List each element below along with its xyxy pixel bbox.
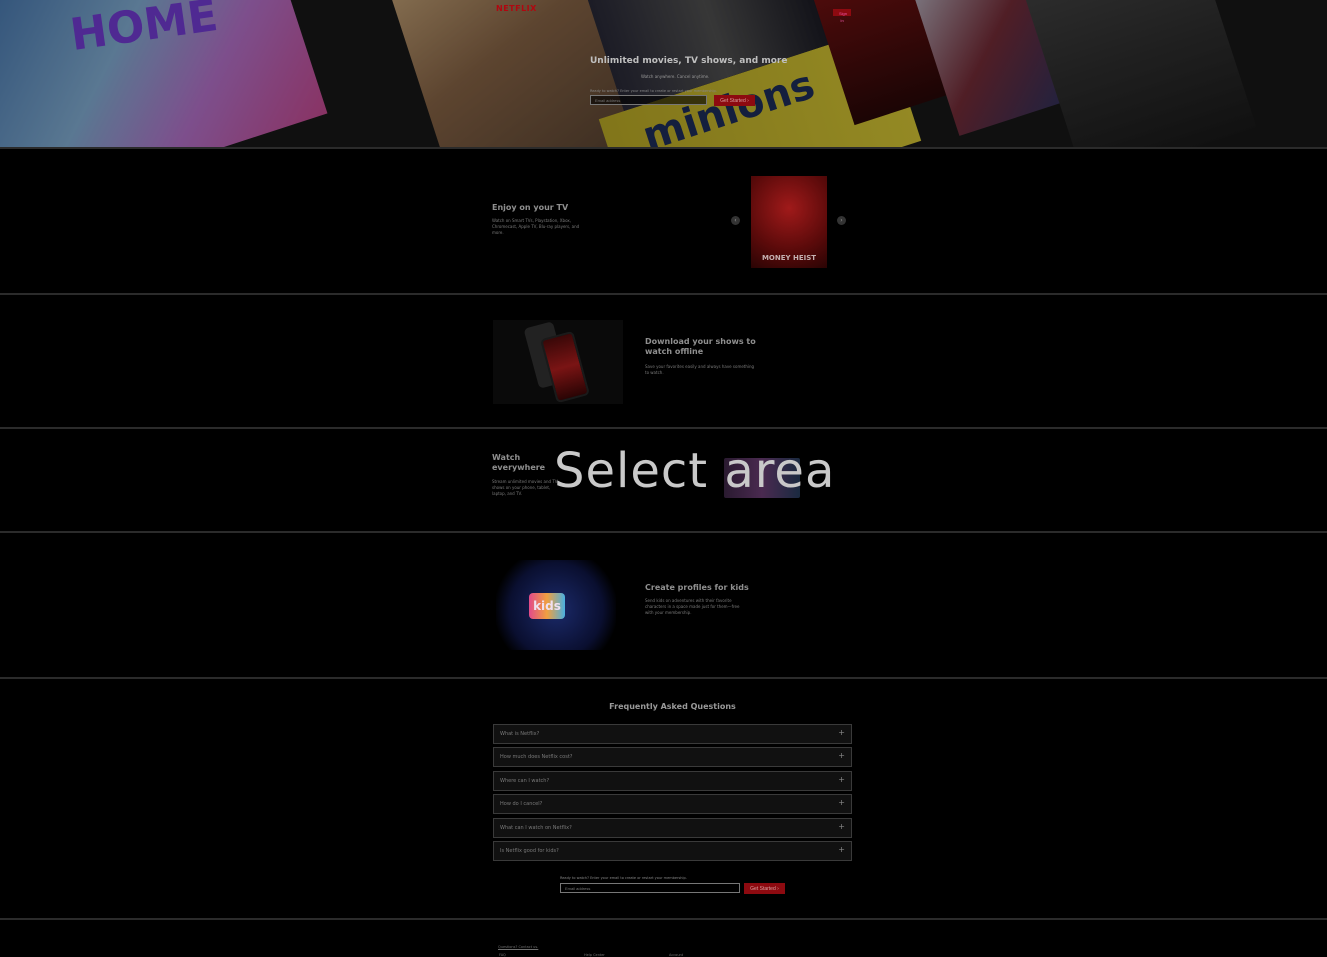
feature-download-text: Save your favorites easily and always ha…	[645, 364, 755, 375]
faq-title: Frequently Asked Questions	[609, 702, 736, 711]
feature-kids-title: Create profiles for kids	[645, 583, 749, 592]
hero-banner: HOME minions NETFLIX Sign In Unlimited m…	[0, 0, 1327, 147]
feature-kids-text: Send kids on adventures with their favor…	[645, 598, 740, 615]
kids-badge-label: kids	[533, 599, 561, 613]
money-heist-poster: MONEY HEIST	[751, 176, 827, 268]
kids-image: kids	[496, 560, 616, 650]
faq-cta-text: Ready to watch? Enter your email to crea…	[560, 876, 687, 880]
sign-in-button[interactable]: Sign In	[833, 9, 851, 23]
carousel-next-button[interactable]: ›	[837, 216, 846, 225]
section-divider	[0, 918, 1327, 920]
faq-item[interactable]: What is Netflix? +	[493, 724, 852, 744]
hero-cta-text: Ready to watch? Enter your email to crea…	[590, 89, 717, 93]
faq-question: How do I cancel?	[500, 801, 543, 807]
get-started-label: Get Started	[750, 885, 776, 892]
faq-question: Where can I watch?	[500, 778, 550, 784]
faq-item[interactable]: How much does Netflix cost? +	[493, 747, 852, 767]
footer-link-faq[interactable]: FAQ	[499, 953, 506, 957]
faq-question: What can I watch on Netflix?	[500, 825, 572, 831]
feature-tv-text: Watch on Smart TVs, Playstation, Xbox, C…	[492, 218, 580, 235]
faq-get-started-button[interactable]: Get Started ›	[744, 883, 785, 894]
footer-contact-link[interactable]: Questions? Contact us.	[498, 945, 538, 949]
faq-item[interactable]: How do I cancel? +	[493, 794, 852, 814]
faq-question: What is Netflix?	[500, 731, 540, 737]
faq-question: How much does Netflix cost?	[500, 754, 573, 760]
faq-item[interactable]: Is Netflix good for kids? +	[493, 841, 852, 861]
plus-icon: +	[838, 751, 845, 760]
plus-icon: +	[838, 822, 845, 831]
footer-link-help[interactable]: Help Center	[584, 953, 605, 957]
section-divider	[0, 293, 1327, 295]
phone-front	[540, 330, 590, 404]
hero-title: Unlimited movies, TV shows, and more	[590, 56, 788, 66]
plus-icon: +	[838, 775, 845, 784]
feature-tv-title: Enjoy on your TV	[492, 203, 569, 212]
money-heist-title: MONEY HEIST	[761, 254, 817, 262]
faq-item[interactable]: Where can I watch? +	[493, 771, 852, 791]
section-divider	[0, 147, 1327, 149]
hero-email-input[interactable]	[590, 95, 707, 105]
get-started-label: Get Started	[720, 97, 746, 104]
netflix-logo[interactable]: NETFLIX	[496, 4, 537, 13]
plus-icon: +	[838, 798, 845, 807]
kids-badge: kids	[529, 593, 565, 619]
faq-question: Is Netflix good for kids?	[500, 848, 559, 854]
carousel-prev-button[interactable]: ‹	[731, 216, 740, 225]
feature-download-title: Download your shows to watch offline	[645, 337, 756, 356]
faq-email-input[interactable]	[560, 883, 740, 893]
section-divider	[0, 531, 1327, 533]
select-area-overlay: Select area	[554, 443, 836, 499]
section-divider	[0, 427, 1327, 429]
hero-subtitle: Watch anywhere. Cancel anytime.	[641, 74, 710, 79]
plus-icon: +	[838, 845, 845, 854]
faq-item[interactable]: What can I watch on Netflix? +	[493, 818, 852, 838]
hero-get-started-button[interactable]: Get Started ›	[714, 95, 755, 106]
section-divider	[0, 677, 1327, 679]
plus-icon: +	[838, 728, 845, 737]
feature-everywhere-title: Watch everywhere	[492, 453, 546, 472]
phone-image	[493, 320, 623, 404]
footer-link-account[interactable]: Account	[669, 953, 683, 957]
